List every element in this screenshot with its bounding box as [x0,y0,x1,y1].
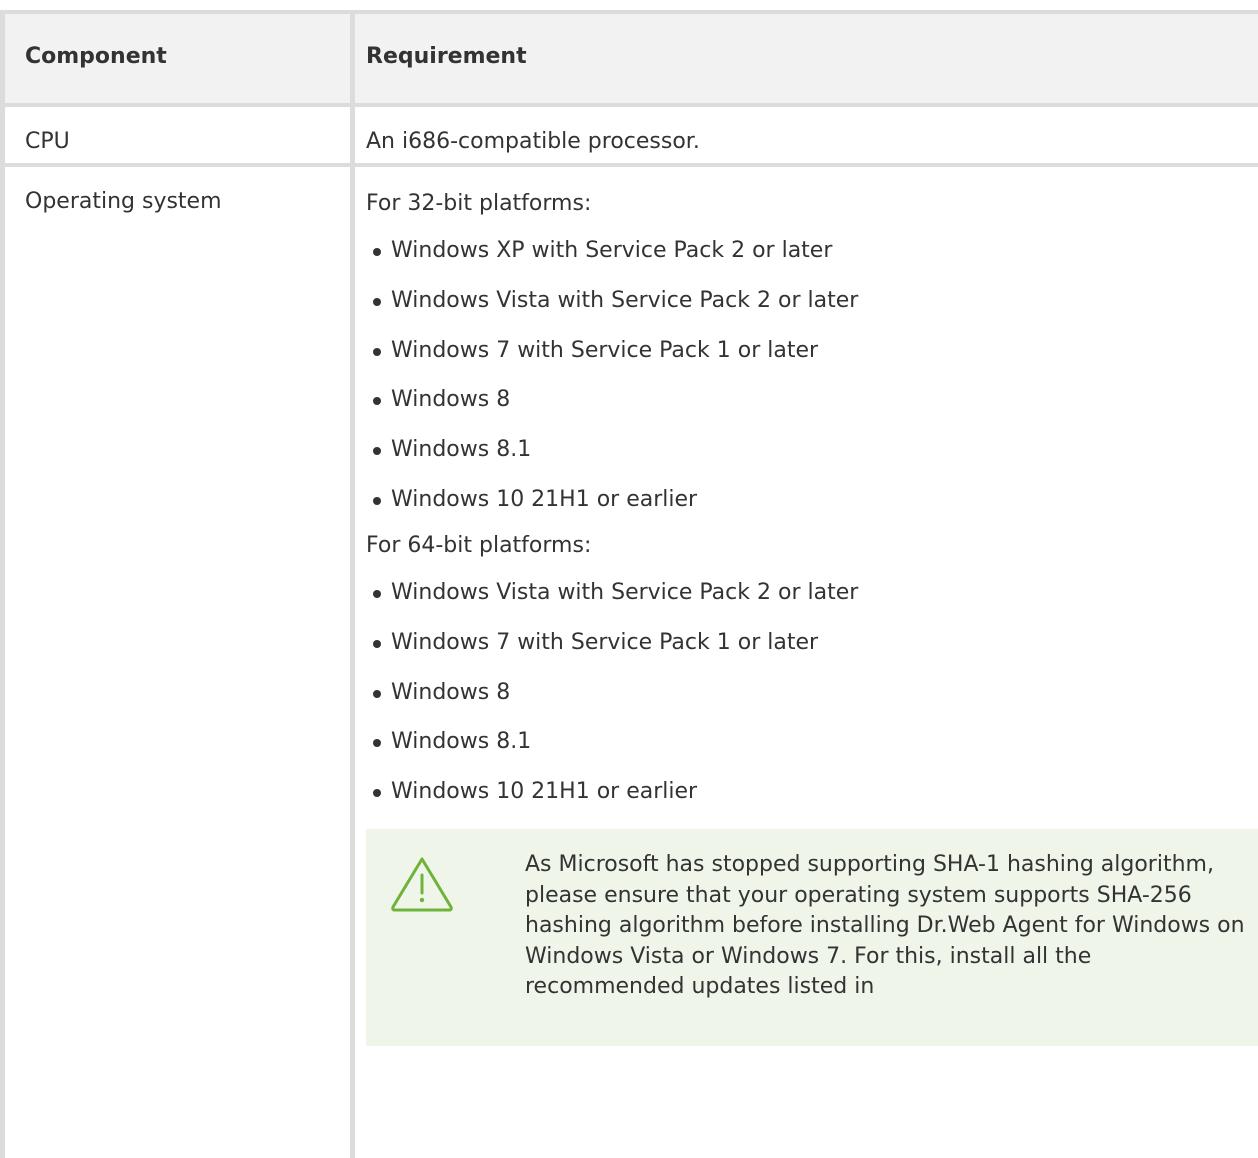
os-version-label: Windows 10 21H1 or earlier [391,487,697,512]
table-header-row: Component Requirement [3,12,1258,105]
header-cell-requirement: Requirement [353,12,1258,105]
bullet-icon [373,298,381,306]
list-item: Windows Vista with Service Pack 2 or lat… [366,578,1258,608]
bullet-icon [373,690,381,698]
bullet-icon [373,397,381,405]
os-version-label: Windows 10 21H1 or earlier [391,779,697,804]
cpu-component-cell: CPU [3,105,353,165]
platform-64-heading: For 64-bit platforms: [366,531,1258,561]
list-item: Windows 8 [366,385,1258,415]
warning-note: As Microsoft has stopped supporting SHA-… [366,829,1258,1046]
warning-note-text: As Microsoft has stopped supporting SHA-… [525,850,1245,1003]
list-item: Windows 7 with Service Pack 1 or later [366,628,1258,658]
list-item: Windows 8.1 [366,727,1258,757]
bullet-icon [373,590,381,598]
header-component-label: Component [5,14,350,69]
os-version-label: Windows 8.1 [391,729,531,754]
bullet-icon [373,640,381,648]
list-item: Windows 8.1 [366,435,1258,465]
table-row-cpu: CPU An i686-compatible processor. [3,105,1258,165]
os-version-label: Windows 8.1 [391,437,531,462]
os-version-label: Windows Vista with Service Pack 2 or lat… [391,580,858,605]
bullet-icon [373,497,381,505]
list-item: Windows Vista with Service Pack 2 or lat… [366,286,1258,316]
os-version-label: Windows XP with Service Pack 2 or later [391,238,832,263]
top-spacer [0,0,1258,10]
list-item: Windows 8 [366,678,1258,708]
bullet-icon [373,739,381,747]
warning-triangle-icon [387,853,457,913]
os-version-label: Windows 8 [391,680,510,705]
os-requirement-content: For 32-bit platforms: Windows XP with Se… [355,167,1258,1046]
cpu-requirement-cell: An i686-compatible processor. [353,105,1258,165]
list-item: Windows 10 21H1 or earlier [366,777,1258,807]
table-row-operating-system: Operating system For 32-bit platforms: W… [3,165,1258,1158]
bullet-icon [373,248,381,256]
os-version-label: Windows 7 with Service Pack 1 or later [391,338,818,363]
os-version-label: Windows 8 [391,387,510,412]
requirements-table: Component Requirement CPU An i686-compat… [0,10,1258,1158]
header-cell-component: Component [3,12,353,105]
requirements-page: Component Requirement CPU An i686-compat… [0,0,1258,1147]
list-item: Windows 7 with Service Pack 1 or later [366,336,1258,366]
bullet-icon [373,447,381,455]
platform-32-list: Windows XP with Service Pack 2 or later … [366,236,1258,515]
os-version-label: Windows Vista with Service Pack 2 or lat… [391,288,858,313]
bullet-icon [373,348,381,356]
os-component-cell: Operating system [3,165,353,1158]
cpu-component-label: CPU [5,107,350,154]
cpu-requirement-text: An i686-compatible processor. [355,107,1258,154]
list-item: Windows 10 21H1 or earlier [366,485,1258,515]
os-version-label: Windows 7 with Service Pack 1 or later [391,630,818,655]
bullet-icon [373,789,381,797]
os-component-label: Operating system [5,167,350,214]
os-requirement-cell: For 32-bit platforms: Windows XP with Se… [353,165,1258,1158]
platform-32-heading: For 32-bit platforms: [366,189,1258,219]
platform-64-list: Windows Vista with Service Pack 2 or lat… [366,578,1258,807]
list-item: Windows XP with Service Pack 2 or later [366,236,1258,266]
header-requirement-label: Requirement [355,14,1258,69]
